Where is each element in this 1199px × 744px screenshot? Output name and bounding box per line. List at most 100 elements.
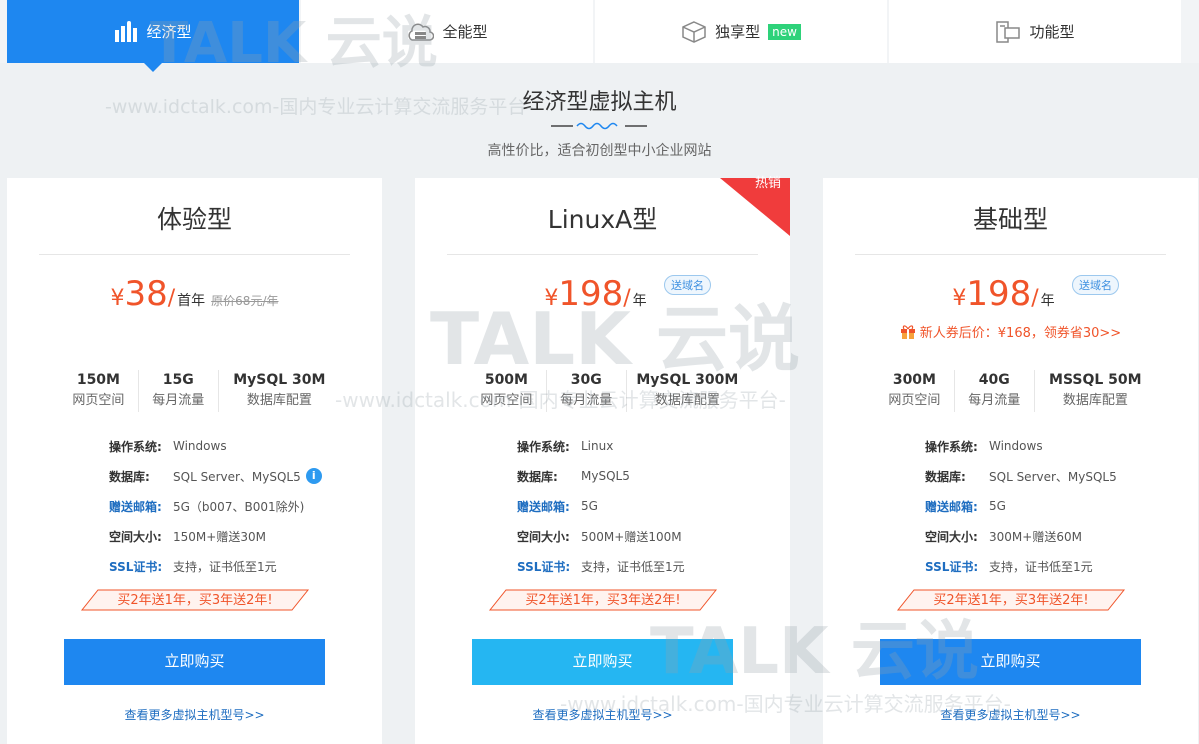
info-icon[interactable]: i <box>305 468 322 484</box>
attr-key-link[interactable]: SSL证书: <box>925 558 989 575</box>
spec-value: 150M <box>76 372 120 388</box>
plan-card-basic: 基础型 ¥198/年 送域名 新人券后价：¥168，领券省30>> 300M 网页… <box>823 178 1198 744</box>
price-slash: / <box>167 286 176 311</box>
more-models-link[interactable]: 查看更多虚拟主机型号>> <box>415 706 790 723</box>
attr-value: 支持，证书低至1元 <box>173 559 277 574</box>
coupon-text: 新人券后价：¥168，领券省30>> <box>919 326 1122 341</box>
cloud-server-icon <box>406 20 435 44</box>
price-unit: 年 <box>632 293 647 309</box>
wave-divider <box>545 120 655 132</box>
cube-icon <box>681 20 707 44</box>
plan-price: ¥38/首年 原价68元/年 <box>7 274 382 314</box>
tab-exclusive[interactable]: 独享型 new <box>595 0 887 63</box>
attr-ssl: SSL证书: 支持，证书低至1元 <box>517 551 770 581</box>
attr-key: 空间大小: <box>517 529 570 544</box>
plan-price: ¥198/年 <box>415 274 776 314</box>
tab-label: 经济型 <box>146 23 192 41</box>
tab-label: 功能型 <box>1029 23 1075 41</box>
tab-all-round[interactable]: 全能型 <box>301 0 593 63</box>
tab-economy[interactable]: 经济型 <box>7 0 299 72</box>
currency-symbol: ¥ <box>110 286 125 311</box>
attr-size: 空间大小: 300M+赠送60M <box>925 521 1178 551</box>
currency-symbol: ¥ <box>544 286 559 311</box>
spec-label: 网页空间 <box>480 393 533 408</box>
section-subtitle: 高性价比，适合初创型中小企业网站 <box>487 143 712 159</box>
ribbon-text: 买2年送1年，买3年送2年! <box>117 593 272 608</box>
spec-value: MSSQL 50M <box>1049 372 1142 388</box>
spec-database: MSSQL 50M 数据库配置 <box>1035 370 1156 412</box>
spec-label: 数据库配置 <box>654 393 720 408</box>
spec-label: 每月流量 <box>968 393 1021 408</box>
attr-value: Windows <box>173 439 227 453</box>
attr-db: 数据库: MySQL5 <box>517 461 770 491</box>
attribute-list: 操作系统: Windows 数据库: SQL Server、MySQL5 赠送邮箱:… <box>925 431 1178 581</box>
tab-label: 全能型 <box>442 23 488 41</box>
new-user-coupon-link[interactable]: 新人券后价：¥168，领券省30>> <box>823 322 1198 343</box>
spec-value: 30G <box>570 372 602 388</box>
attr-key-link[interactable]: SSL证书: <box>517 558 581 575</box>
plan-name: 体验型 <box>39 200 350 255</box>
attr-ssl: SSL证书: 支持，证书低至1元 <box>109 551 362 581</box>
section-title: 经济型虚拟主机 <box>522 90 677 115</box>
buy-now-button[interactable]: 立即购买 <box>472 639 733 685</box>
spec-label: 每月流量 <box>152 393 205 408</box>
attr-key: 操作系统: <box>925 439 978 454</box>
buy-now-button[interactable]: 立即购买 <box>880 639 1141 685</box>
promo-ribbon: 买2年送1年，买3年送2年! <box>823 588 1198 612</box>
attr-os: 操作系统: Windows <box>925 431 1178 461</box>
attr-size: 空间大小: 500M+赠送100M <box>517 521 770 551</box>
spec-value: 500M <box>484 372 528 388</box>
attr-mail: 赠送邮箱: 5G（b007、B001除外) <box>109 491 362 521</box>
attr-value: Linux <box>581 439 614 453</box>
attr-value: 300M+赠送60M <box>989 529 1082 544</box>
attr-key-link[interactable]: 赠送邮箱: <box>925 498 989 515</box>
attr-value: 150M+赠送30M <box>173 529 266 544</box>
attr-db: 数据库: SQL Server、MySQL5 i <box>109 461 362 491</box>
section-heading: 经济型虚拟主机 高性价比，适合初创型中小企业网站 <box>0 84 1199 160</box>
price-unit: 年 <box>1040 293 1055 309</box>
gift-icon <box>900 324 916 343</box>
spec-space: 500M 网页空间 <box>467 370 547 412</box>
attr-key: 空间大小: <box>109 529 162 544</box>
price-unit: 首年 <box>177 293 206 309</box>
original-price: 原价68元/年 <box>211 294 279 308</box>
devices-icon <box>995 20 1021 44</box>
new-badge: new <box>768 23 801 40</box>
attr-value: 5G <box>989 499 1006 513</box>
attr-key: 操作系统: <box>517 439 570 454</box>
ribbon-text: 买2年送1年，买3年送2年! <box>933 593 1088 608</box>
tab-functional[interactable]: 功能型 <box>889 0 1181 63</box>
spec-value: 300M <box>892 372 936 388</box>
price-value: 198 <box>966 274 1032 314</box>
ribbon-text: 买2年送1年，买3年送2年! <box>525 593 680 608</box>
free-domain-tag: 送域名 <box>664 275 711 295</box>
spec-value: 15G <box>162 372 194 388</box>
spec-label: 网页空间 <box>72 393 125 408</box>
attr-key-link[interactable]: 赠送邮箱: <box>109 498 173 515</box>
spec-row: 150M 网页空间 15G 每月流量 MySQL 30M 数据库配置 <box>59 370 340 412</box>
plan-name: LinuxA型 <box>447 200 758 255</box>
plan-name: 基础型 <box>855 200 1166 255</box>
spec-value: 40G <box>978 372 1010 388</box>
buy-now-button[interactable]: 立即购买 <box>64 639 325 685</box>
attr-key: 操作系统: <box>109 439 162 454</box>
spec-space: 300M 网页空间 <box>875 370 955 412</box>
attribute-list: 操作系统: Windows 数据库: SQL Server、MySQL5 i 赠送邮箱… <box>109 431 362 581</box>
attr-value: 500M+赠送100M <box>581 529 682 544</box>
attr-value: MySQL5 <box>581 469 630 483</box>
attr-mail: 赠送邮箱: 5G <box>517 491 770 521</box>
spec-database: MySQL 30M 数据库配置 <box>219 370 340 412</box>
attr-key-link[interactable]: 赠送邮箱: <box>517 498 581 515</box>
attribute-list: 操作系统: Linux 数据库: MySQL5 赠送邮箱: 5G 空间大小: 500M+… <box>517 431 770 581</box>
more-models-link[interactable]: 查看更多虚拟主机型号>> <box>7 706 382 723</box>
price-value: 38 <box>124 274 168 314</box>
attr-key: 数据库: <box>109 469 150 484</box>
attr-value: 支持，证书低至1元 <box>581 559 685 574</box>
spec-label: 数据库配置 <box>1062 393 1128 408</box>
attr-value: 支持，证书低至1元 <box>989 559 1093 574</box>
attr-key-link[interactable]: SSL证书: <box>109 558 173 575</box>
more-models-link[interactable]: 查看更多虚拟主机型号>> <box>823 706 1198 723</box>
attr-key: 数据库: <box>925 469 966 484</box>
price-slash: / <box>623 286 631 311</box>
spec-label: 每月流量 <box>560 393 613 408</box>
